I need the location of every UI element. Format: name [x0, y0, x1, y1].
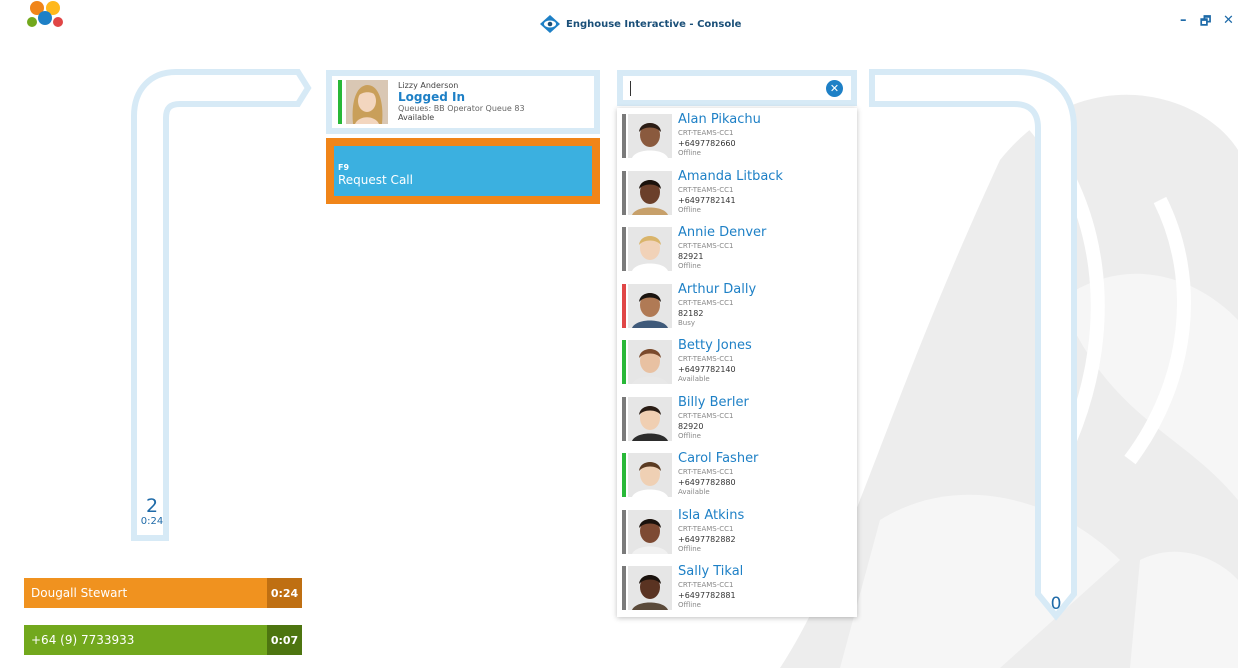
contact-item[interactable]: Amanda Litback CRT-TEAMS-CC1 +6497782141 Of…: [617, 165, 857, 221]
contact-phone: 82921: [678, 252, 704, 261]
agent-info: Lizzy Anderson Logged In Queues: BB Oper…: [398, 81, 525, 122]
agent-status-panel[interactable]: Lizzy Anderson Logged In Queues: BB Oper…: [326, 70, 600, 134]
right-queue-track: [869, 69, 1077, 621]
app-logo: [27, 1, 63, 27]
contact-presence: Available: [678, 375, 710, 383]
call-timer: 0:07: [267, 625, 302, 655]
agent-availability: Available: [398, 113, 435, 123]
agent-status-indicator: [338, 80, 342, 124]
restore-icon[interactable]: 🗗: [1200, 10, 1211, 32]
contact-presence: Offline: [678, 431, 701, 440]
contact-name: Alan Pikachu: [678, 112, 761, 127]
queue-wait-time: 0:24: [140, 516, 164, 527]
contact-team: CRT-TEAMS-CC1: [678, 129, 734, 137]
contact-presence: Offline: [678, 149, 701, 157]
left-queue-track: [131, 69, 312, 541]
call-item-1[interactable]: +64 (9) 7733933 0:07: [24, 625, 302, 655]
contact-name: Betty Jones: [678, 338, 752, 353]
contact-team: CRT-TEAMS-CC1: [678, 242, 734, 250]
contact-avatar: [628, 227, 672, 271]
contact-item[interactable]: Billy Berler CRT-TEAMS-CC1 82920 Offline: [617, 391, 857, 447]
contact-phone: +6497782660: [678, 139, 736, 148]
call-item-0[interactable]: Dougall Stewart 0:24: [24, 578, 302, 608]
request-call-shortcut: F9: [338, 163, 350, 172]
contact-phone: 82182: [678, 308, 704, 318]
clear-search-icon[interactable]: ✕: [826, 80, 843, 97]
contact-avatar: [628, 509, 672, 554]
contact-name: Carol Fasher: [678, 451, 759, 466]
contact-avatar: [628, 453, 672, 497]
contact-item[interactable]: Isla Atkins CRT-TEAMS-CC1 +6497782882 Offli…: [617, 504, 857, 560]
contact-item[interactable]: Annie Denver CRT-TEAMS-CC1 82921 Offline: [617, 221, 857, 277]
contact-phone: +6497782880: [678, 478, 736, 487]
contact-item[interactable]: Betty Jones CRT-TEAMS-CC1 +6497782140 Avail…: [617, 334, 857, 390]
contact-team: CRT-TEAMS-CC1: [678, 185, 734, 194]
contact-team: CRT-TEAMS-CC1: [678, 581, 734, 589]
agent-queues: Queues: BB Operator Queue 83: [398, 104, 525, 114]
contact-phone: 82920: [678, 421, 704, 431]
agent-avatar: [346, 80, 388, 124]
contact-team: CRT-TEAMS-CC1: [678, 411, 734, 420]
contact-team: CRT-TEAMS-CC1: [678, 468, 734, 476]
contact-status-indicator: [622, 340, 626, 384]
contact-presence: Available: [678, 488, 710, 496]
contact-presence: Offline: [678, 544, 701, 553]
request-call-label: Request Call: [338, 173, 413, 187]
minimize-icon[interactable]: –: [1180, 10, 1187, 32]
agent-login-state: Logged In: [398, 89, 465, 104]
contact-status-indicator: [622, 227, 626, 271]
close-icon[interactable]: ✕: [1223, 10, 1234, 32]
contact-presence: Offline: [678, 262, 701, 270]
contact-team: CRT-TEAMS-CC1: [678, 298, 734, 307]
call-name: +64 (9) 7733933: [31, 633, 135, 647]
left-queue-counter: 2 0:24: [132, 496, 172, 527]
contact-phone: +6497782882: [678, 534, 736, 544]
contact-phone: +6497782141: [678, 195, 736, 205]
queue-count: 2: [145, 495, 159, 517]
contact-presence: Offline: [678, 601, 701, 609]
contact-name: Amanda Litback: [678, 168, 783, 184]
contact-name: Arthur Dally: [678, 281, 757, 297]
window-title-bar: Enghouse Interactive - Console: [540, 14, 741, 34]
contact-presence: Offline: [678, 205, 701, 214]
contact-avatar: [628, 283, 672, 328]
contact-status-indicator: [622, 509, 626, 554]
contact-team: CRT-TEAMS-CC1: [678, 355, 734, 363]
contact-search-box: ✕: [617, 70, 857, 106]
contact-phone: +6497782140: [678, 365, 736, 374]
right-queue-count: 0: [1050, 594, 1062, 614]
contact-item[interactable]: Alan Pikachu CRT-TEAMS-CC1 +6497782660 Offl…: [617, 108, 857, 164]
call-timer: 0:24: [267, 578, 302, 608]
contact-avatar: [628, 566, 672, 610]
contact-item[interactable]: Arthur Dally CRT-TEAMS-CC1 82182 Busy: [617, 278, 857, 334]
request-call-button[interactable]: F9 Request Call: [326, 138, 600, 204]
contact-avatar: [628, 114, 672, 158]
contact-status-indicator: [622, 453, 626, 497]
contact-name: Annie Denver: [678, 225, 767, 240]
contact-search-input[interactable]: [623, 76, 851, 100]
contact-phone: +6497782881: [678, 591, 736, 600]
contact-name: Isla Atkins: [678, 507, 745, 523]
contact-avatar: [628, 170, 672, 215]
contact-directory-list: Alan Pikachu CRT-TEAMS-CC1 +6497782660 Offl…: [617, 108, 857, 617]
window-title: Enghouse Interactive - Console: [566, 18, 742, 30]
contact-avatar: [628, 340, 672, 384]
contact-item[interactable]: Carol Fasher CRT-TEAMS-CC1 +6497782880 Avai…: [617, 447, 857, 503]
text-cursor: [630, 81, 631, 96]
contact-status-indicator: [622, 396, 626, 441]
contact-presence: Busy: [678, 318, 696, 327]
call-name: Dougall Stewart: [31, 586, 128, 600]
contact-item[interactable]: Sally Tikal CRT-TEAMS-CC1 +6497782881 Offli…: [617, 560, 857, 616]
contact-status-indicator: [622, 170, 626, 215]
contact-team: CRT-TEAMS-CC1: [678, 524, 734, 533]
contact-name: Billy Berler: [678, 394, 749, 410]
contact-status-indicator: [622, 566, 626, 610]
enghouse-eye-icon: [540, 15, 560, 33]
contact-status-indicator: [622, 283, 626, 328]
contact-name: Sally Tikal: [678, 564, 744, 579]
contact-avatar: [628, 396, 672, 441]
contact-status-indicator: [622, 114, 626, 158]
